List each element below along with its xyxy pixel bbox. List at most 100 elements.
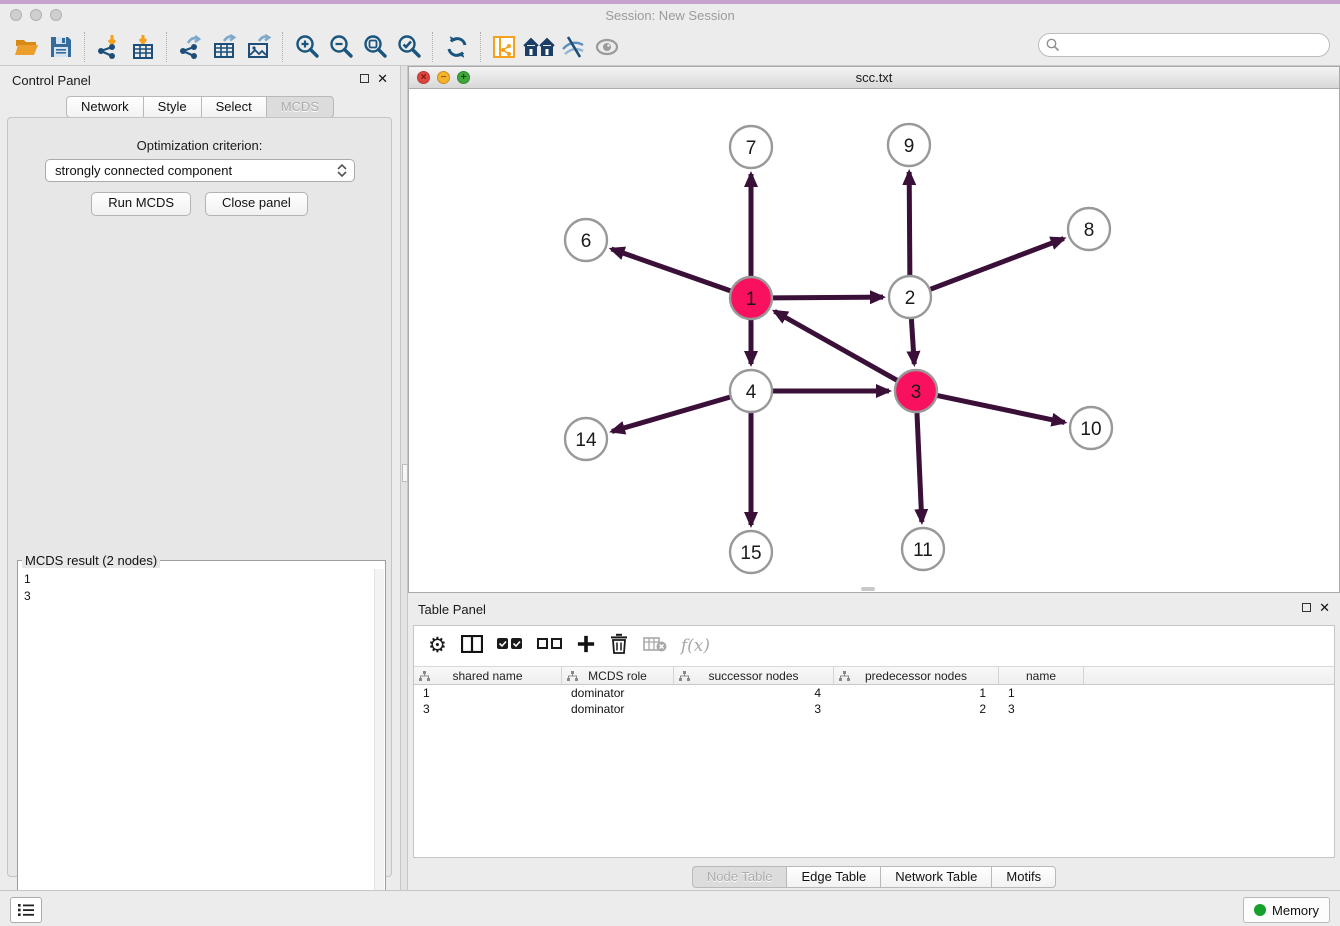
result-scrollbar[interactable] (374, 569, 384, 926)
tab-motifs[interactable]: Motifs (991, 866, 1056, 888)
edge-1-6[interactable] (611, 249, 730, 291)
close-panel-icon[interactable]: ✕ (377, 73, 388, 84)
mcds-result-list[interactable]: 1 3 (19, 569, 375, 926)
deselect-all-columns-icon[interactable] (537, 637, 563, 655)
network-window-titlebar[interactable]: × − + scc.txt (409, 67, 1339, 89)
zoom-selected-icon[interactable] (392, 31, 426, 63)
node-1[interactable]: 1 (730, 277, 772, 319)
column-header-shared-name[interactable]: shared name (414, 667, 562, 684)
toggle-panel-icon[interactable] (461, 635, 483, 658)
delete-table-icon[interactable] (643, 636, 667, 657)
first-neighbors-icon[interactable] (522, 31, 556, 63)
float-table-panel-icon[interactable] (1302, 603, 1311, 612)
toolbar-divider (166, 32, 168, 62)
table-options-icon[interactable]: ⚙ (428, 636, 447, 656)
save-session-icon[interactable] (44, 31, 78, 63)
tab-select[interactable]: Select (201, 96, 266, 118)
application-window: Session: New Session (0, 0, 1340, 926)
edge-3-11[interactable] (917, 413, 922, 522)
edge-2-9[interactable] (909, 172, 910, 275)
tab-node-table[interactable]: Node Table (692, 866, 787, 888)
svg-text:14: 14 (575, 430, 597, 451)
task-history-button[interactable] (10, 897, 42, 923)
column-header-successor-nodes[interactable]: successor nodes (674, 667, 834, 684)
svg-text:8: 8 (1084, 220, 1095, 241)
cell-predecessor-nodes[interactable]: 2 (834, 701, 999, 717)
criterion-select[interactable]: strongly connected component (45, 159, 355, 182)
column-header-MCDS-role[interactable]: MCDS role (562, 667, 674, 684)
edge-3-1[interactable] (775, 311, 897, 380)
tab-network-table[interactable]: Network Table (880, 866, 991, 888)
panel-splitter[interactable] (400, 66, 408, 890)
memory-label: Memory (1272, 903, 1319, 918)
cell-successor-nodes[interactable]: 4 (674, 685, 834, 701)
node-4[interactable]: 4 (730, 370, 772, 412)
select-all-columns-icon[interactable] (497, 637, 523, 655)
mcds-result-title: MCDS result (2 nodes) (22, 553, 160, 568)
svg-text:4: 4 (746, 382, 757, 403)
zoom-out-icon[interactable] (324, 31, 358, 63)
close-panel-button[interactable]: Close panel (205, 192, 308, 216)
node-11[interactable]: 11 (902, 528, 944, 570)
tab-network[interactable]: Network (66, 96, 143, 118)
canvas-scroll-handle[interactable] (861, 587, 875, 591)
cell-MCDS-role[interactable]: dominator (562, 685, 674, 701)
cell-successor-nodes[interactable]: 3 (674, 701, 834, 717)
export-image-icon[interactable] (242, 31, 276, 63)
edge-4-14[interactable] (612, 397, 730, 431)
new-network-from-selection-icon[interactable] (488, 31, 522, 63)
table-row[interactable]: 1dominator411 (414, 685, 1334, 701)
hide-selected-icon[interactable] (556, 31, 590, 63)
refresh-view-icon[interactable] (440, 31, 474, 63)
close-table-panel-icon[interactable]: ✕ (1319, 602, 1330, 613)
show-all-icon[interactable] (590, 31, 624, 63)
create-column-icon[interactable] (577, 635, 595, 658)
table-row[interactable]: 3dominator323 (414, 701, 1334, 717)
edge-3-10[interactable] (938, 396, 1065, 423)
node-15[interactable]: 15 (730, 531, 772, 573)
node-3[interactable]: 3 (895, 370, 937, 412)
cell-shared-name[interactable]: 1 (414, 685, 562, 701)
import-network-icon[interactable] (92, 31, 126, 63)
column-header-name[interactable]: name (999, 667, 1084, 684)
cell-name[interactable]: 1 (999, 685, 1084, 701)
tab-edge-table[interactable]: Edge Table (786, 866, 880, 888)
node-9[interactable]: 9 (888, 124, 930, 166)
column-header-predecessor-nodes[interactable]: predecessor nodes (834, 667, 999, 684)
network-canvas[interactable]: 7 9 6 8 1 2 4 3 14 10 15 11 (409, 89, 1339, 592)
zoom-in-icon[interactable] (290, 31, 324, 63)
svg-text:10: 10 (1080, 419, 1101, 440)
node-14[interactable]: 14 (565, 418, 607, 460)
session-title: Session: New Session (0, 8, 1340, 23)
edge-1-2[interactable] (773, 297, 883, 298)
memory-button[interactable]: Memory (1243, 897, 1330, 923)
import-table-icon[interactable] (126, 31, 160, 63)
node-6[interactable]: 6 (565, 219, 607, 261)
memory-status-icon (1254, 904, 1266, 916)
search-input[interactable] (1064, 35, 1329, 55)
export-table-icon[interactable] (208, 31, 242, 63)
search-field[interactable] (1038, 33, 1330, 57)
open-session-icon[interactable] (10, 31, 44, 63)
node-2[interactable]: 2 (889, 276, 931, 318)
zoom-fit-icon[interactable] (358, 31, 392, 63)
cell-shared-name[interactable]: 3 (414, 701, 562, 717)
tab-style[interactable]: Style (143, 96, 201, 118)
cell-predecessor-nodes[interactable]: 1 (834, 685, 999, 701)
table-panel-header: Table Panel ✕ (408, 595, 1340, 623)
run-mcds-button[interactable]: Run MCDS (91, 192, 191, 216)
edge-2-3[interactable] (911, 319, 914, 364)
float-panel-icon[interactable] (360, 74, 369, 83)
function-builder-icon[interactable]: f(x) (681, 636, 710, 656)
node-10[interactable]: 10 (1070, 407, 1112, 449)
cell-MCDS-role[interactable]: dominator (562, 701, 674, 717)
network-graph[interactable]: 7 9 6 8 1 2 4 3 14 10 15 11 (409, 89, 1339, 592)
edge-2-8[interactable] (931, 239, 1064, 290)
cell-name[interactable]: 3 (999, 701, 1084, 717)
node-8[interactable]: 8 (1068, 208, 1110, 250)
toolbar-divider (282, 32, 284, 62)
tab-mcds[interactable]: MCDS (266, 96, 334, 118)
delete-columns-icon[interactable] (609, 633, 629, 659)
node-7[interactable]: 7 (730, 126, 772, 168)
export-network-icon[interactable] (174, 31, 208, 63)
